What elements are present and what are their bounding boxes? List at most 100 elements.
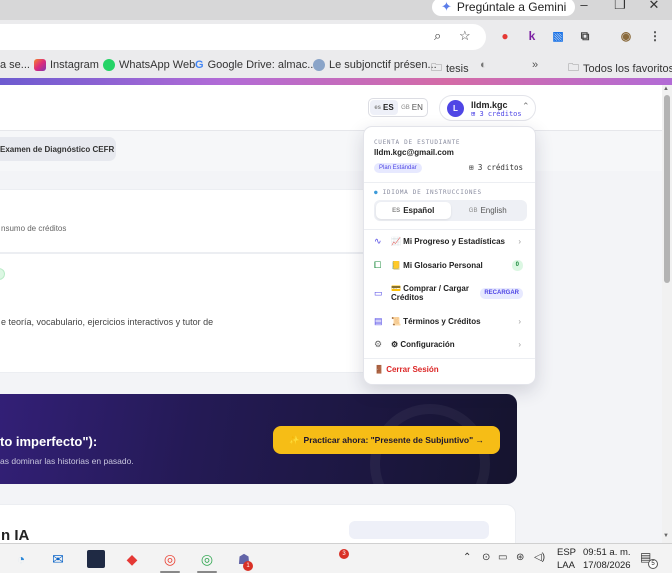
instruction-lang-en[interactable]: GB English: [451, 202, 526, 219]
ai-section-action[interactable]: [349, 521, 489, 539]
bookmark-whatsapp[interactable]: WhatsApp Web: [103, 59, 195, 71]
clock[interactable]: 09:51 a. m. 17/08/2026: [583, 546, 631, 572]
scroll-thumb[interactable]: [664, 95, 670, 283]
bookmark-google-drive[interactable]: G Google Drive: almac...: [195, 59, 316, 71]
extension-red-icon[interactable]: ●: [497, 28, 513, 44]
chevron-right-icon: »: [532, 59, 539, 71]
user-menu-button[interactable]: L lldm.kgc ⊞ 3 créditos ⌃: [439, 95, 536, 121]
extension-grid-icon[interactable]: ▧: [550, 28, 566, 44]
glossary-count-badge: 0: [511, 259, 523, 271]
lang-es-button[interactable]: es ES: [370, 100, 398, 115]
menu-item-glossary[interactable]: ⧠ 📒 Mi Glosario Personal 0: [364, 254, 535, 276]
zoom-icon[interactable]: ⌕: [434, 28, 441, 44]
restore-button[interactable]: ❐: [602, 0, 638, 14]
extension-k-icon[interactable]: k: [524, 28, 540, 44]
instruction-language-toggle: ES Español GB English: [374, 200, 527, 221]
web-page: es ES GB EN L lldm.kgc ⊞ 3 créditos ⌃ Ex…: [0, 85, 662, 543]
tray-app-icon[interactable]: ⊙: [482, 552, 490, 563]
logout-button[interactable]: 🚪 Cerrar Sesión: [374, 365, 439, 374]
close-window-button[interactable]: ✕: [636, 0, 672, 14]
ai-section-title: n IA: [1, 527, 30, 543]
ai-section-card: n IA: [0, 504, 516, 543]
user-credits: ⊞ 3 créditos: [471, 110, 522, 118]
globe-icon: [313, 59, 325, 71]
network-icon[interactable]: ⊛: [516, 552, 524, 563]
book-open-icon: ⧠: [374, 259, 382, 270]
bookmarks-overflow[interactable]: »: [532, 59, 538, 71]
globe-icon: ●: [374, 189, 379, 196]
app-red-icon[interactable]: ◆: [121, 548, 143, 570]
activity-icon: ∿: [374, 235, 382, 246]
bookmark-tesis[interactable]: 🗀 tesis: [431, 59, 469, 78]
promo-subtitle: as dominar las historias en pasado.: [0, 456, 134, 466]
browser-menu-icon[interactable]: ⋮: [647, 28, 663, 44]
user-dropdown-menu: CUENTA DE ESTUDIANTE lldm.kgc@gmail.com …: [363, 126, 536, 385]
account-kicker: CUENTA DE ESTUDIANTE: [374, 139, 461, 146]
credits-card-text: nsumo de créditos: [1, 224, 67, 233]
menu-item-progress[interactable]: ∿ 📈 Mi Progreso y Estadísticas ›: [364, 230, 535, 252]
page-scrollbar[interactable]: ▲ ▼: [662, 85, 672, 543]
chrome-profile-icon[interactable]: ◎: [196, 548, 218, 570]
page-accent-bar: [0, 78, 672, 85]
browser-titlebar: ✦ Pregúntale a Gemini – ❐ ✕: [0, 0, 672, 20]
app-dark-icon[interactable]: [85, 548, 107, 570]
status-badge: ito: [0, 268, 5, 280]
browser-toolbar: ⌕ ☆ ● k ▧ ⧉ ◉ ⋮: [0, 20, 672, 54]
bookmarks-bar: a se... Instagram WhatsApp Web G Google …: [0, 54, 672, 78]
lang-en-button[interactable]: GB EN: [398, 100, 426, 115]
instagram-icon: [34, 59, 46, 71]
chevron-right-icon: ›: [518, 339, 521, 349]
address-bar[interactable]: ⌕ ☆: [0, 24, 486, 50]
edge-browser-icon[interactable]: ◔: [10, 548, 32, 570]
plan-card-description: e teoría, vocabulario, ejercicios intera…: [1, 317, 214, 327]
ask-gemini-label: Pregúntale a Gemini: [456, 0, 567, 14]
bookmark-item[interactable]: a se...: [0, 59, 30, 71]
battery-icon[interactable]: ▭: [498, 552, 507, 563]
notification-center-badge: 5: [648, 559, 658, 569]
bookmark-star-icon[interactable]: ☆: [459, 28, 471, 44]
gear-icon: ⚙: [374, 338, 383, 349]
menu-item-buy-credits[interactable]: ▭ 💳 Comprar / Cargar Créditos RECARGAR: [364, 280, 535, 306]
sparkles-icon: ✨: [288, 434, 300, 445]
menu-item-settings[interactable]: ⚙ ⚙ Configuración ›: [364, 333, 535, 355]
extensions-puzzle-icon[interactable]: ⧉: [577, 28, 593, 44]
menu-item-terms[interactable]: ▤ 📜 Términos y Créditos ›: [364, 310, 535, 332]
folder-icon: 🗀: [568, 62, 579, 74]
account-email: lldm.kgc@gmail.com: [374, 148, 454, 157]
google-icon: G: [195, 59, 204, 71]
practice-promo-banner: to imperfecto"): as dominar las historia…: [0, 394, 517, 484]
teams-badge: 1: [243, 561, 253, 571]
profile-avatar-icon[interactable]: ◉: [618, 28, 634, 44]
tray-expand-icon[interactable]: ⌃: [463, 552, 471, 563]
ask-gemini-button[interactable]: ✦ Pregúntale a Gemini: [432, 0, 576, 16]
credit-card-icon: ▭: [374, 287, 383, 298]
windows-taskbar: ◔ ✉ ◆ ◎ ◎ ☗ 1 3 ⌃ ⊙ ▭ ⊛ ◁) ESP LAA 09:51…: [0, 543, 672, 573]
scroll-up-icon[interactable]: ▲: [663, 86, 669, 92]
exam-diagnostic-tab[interactable]: Examen de Diagnóstico CEFR: [0, 137, 116, 161]
promo-title: to imperfecto"):: [0, 434, 98, 449]
file-text-icon: ▤: [374, 315, 383, 326]
practice-now-button[interactable]: ✨ Practicar ahora: "Presente de Subjunti…: [273, 426, 500, 454]
bookmark-globe[interactable]: ◐: [480, 59, 487, 71]
dropdown-credits: ⊞ 3 créditos: [468, 163, 523, 172]
whatsapp-icon: [103, 59, 115, 71]
outlook-icon[interactable]: ✉: [47, 548, 69, 570]
input-language[interactable]: ESP LAA: [557, 546, 576, 572]
door-icon: 🚪: [374, 365, 384, 374]
instruction-lang-es[interactable]: ES Español: [376, 202, 451, 219]
divider: [364, 358, 535, 359]
user-name: lldm.kgc: [471, 100, 508, 110]
chevron-right-icon: ›: [518, 316, 521, 326]
sub-navigation: Examen de Diagnóstico CEFR: [0, 131, 662, 171]
notification-badge: 3: [339, 549, 349, 559]
all-bookmarks-folder[interactable]: 🗀 Todos los favoritos: [568, 59, 672, 78]
bookmark-subjonctif[interactable]: Le subjonctif présen...: [313, 59, 437, 71]
clock-time: 09:51 a. m.: [583, 547, 631, 558]
minimize-button[interactable]: –: [566, 0, 602, 14]
scroll-down-icon[interactable]: ▼: [663, 533, 669, 539]
bookmark-instagram[interactable]: Instagram: [34, 59, 99, 71]
app-header: es ES GB EN L lldm.kgc ⊞ 3 créditos ⌃: [0, 85, 662, 131]
chrome-icon[interactable]: ◎: [159, 548, 181, 570]
clock-date: 17/08/2026: [583, 560, 631, 571]
volume-icon[interactable]: ◁): [534, 552, 545, 563]
